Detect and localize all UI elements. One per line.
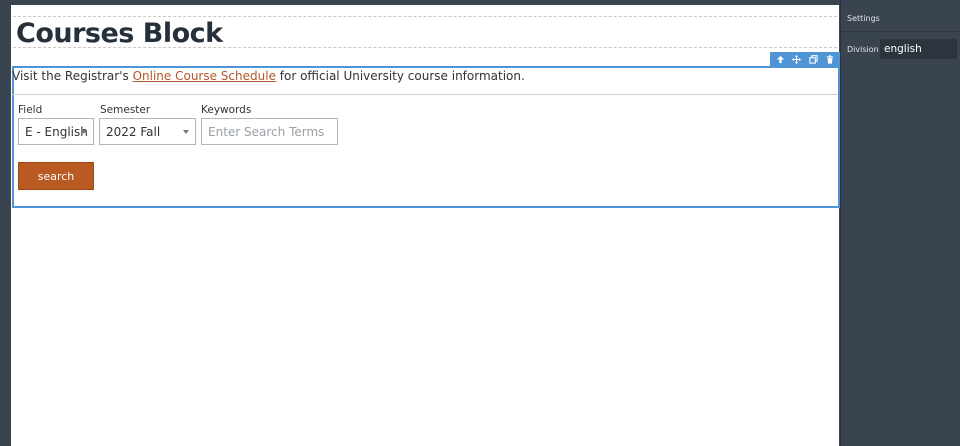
- page-title: Courses Block: [16, 18, 223, 49]
- delete-button[interactable]: [823, 53, 837, 66]
- intro-text: Visit the Registrar's Online Course Sche…: [12, 68, 838, 95]
- division-label: Division: [847, 45, 879, 54]
- semester-label: Semester: [100, 104, 151, 116]
- search-button[interactable]: search: [18, 162, 94, 190]
- field-select[interactable]: E - English: [18, 118, 94, 145]
- chevron-down-icon: [81, 130, 87, 134]
- division-input[interactable]: [880, 39, 957, 59]
- settings-header: Settings: [841, 5, 960, 32]
- duplicate-icon: [809, 55, 818, 64]
- duplicate-button[interactable]: [806, 53, 820, 66]
- courses-block[interactable]: Visit the Registrar's Online Course Sche…: [12, 52, 840, 208]
- online-course-schedule-link[interactable]: Online Course Schedule: [133, 69, 276, 83]
- editor-left-frame: [0, 0, 11, 446]
- trash-icon: [826, 55, 833, 64]
- heading-block[interactable]: Courses Block: [13, 16, 837, 49]
- field-label: Field: [18, 104, 43, 116]
- move-icon: [792, 55, 802, 64]
- page-canvas: Courses Block Visit the Registrar's Onli…: [11, 5, 840, 446]
- settings-panel: Settings Division: [840, 0, 960, 446]
- field-select-value: E - English: [25, 124, 88, 139]
- block-toolbar: [770, 52, 840, 67]
- intro-text-before: Visit the Registrar's: [12, 69, 133, 83]
- keywords-input[interactable]: [201, 118, 338, 145]
- intro-text-after: for official University course informati…: [275, 69, 525, 83]
- semester-select[interactable]: 2022 Fall: [99, 118, 196, 145]
- keywords-label: Keywords: [201, 104, 252, 116]
- move-up-button[interactable]: [773, 53, 787, 66]
- move-button[interactable]: [790, 53, 804, 66]
- chevron-down-icon: [183, 130, 189, 134]
- semester-select-value: 2022 Fall: [106, 124, 161, 139]
- arrow-up-icon: [776, 55, 784, 64]
